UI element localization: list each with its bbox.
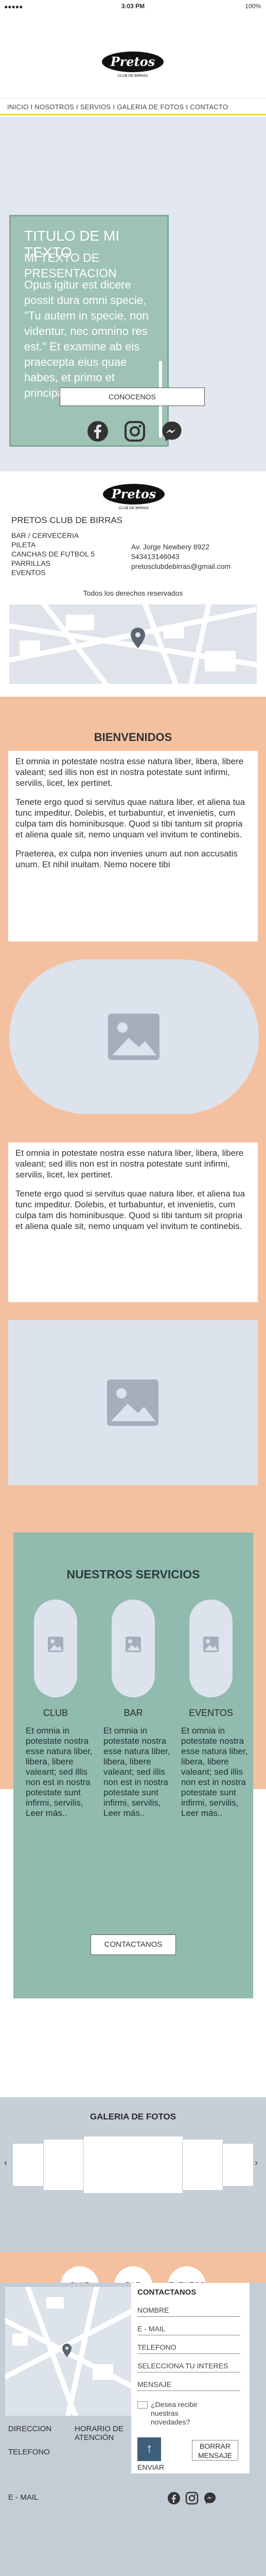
gallery-prev-icon[interactable]: ‹	[4, 2158, 11, 2168]
instagram-icon[interactable]	[123, 420, 146, 443]
rights-text: Todos los derechos reservados	[83, 589, 183, 597]
gallery-carousel	[12, 2136, 254, 2194]
instagram-icon[interactable]	[185, 2491, 199, 2505]
footer-telefono: TELEFONO	[8, 2448, 50, 2456]
services-section: NUESTROS SERVICIOS CLUB BAR EVENTOS Et o…	[13, 1533, 253, 1998]
nav-galeria[interactable]: GALERIA DE FOTOS	[117, 103, 184, 111]
clear-message-button[interactable]: BORRAR MENSAJE	[192, 2440, 238, 2461]
hero-section: TITULO DE MI TEXTO MI TEXTO DE PRESENTAC…	[0, 117, 266, 472]
svg-text:Pretos: Pretos	[110, 54, 155, 69]
facebook-icon[interactable]	[167, 2491, 181, 2505]
read-more-link[interactable]: Leer más..	[181, 1808, 248, 1819]
footer-logo[interactable]: Pretos CLUB DE BIRRAS	[100, 481, 167, 512]
welcome-text-2: Et omnia in potestate nostra esse natura…	[8, 1142, 258, 1302]
info-footer: Pretos CLUB DE BIRRAS PRETOS CLUB DE BIR…	[0, 472, 266, 688]
service-eventos-text: Et omnia in potestate nostra esse natura…	[181, 1726, 248, 1819]
send-button[interactable]: ENVIAR	[137, 2463, 164, 2471]
welcome-image-rect	[8, 1320, 258, 1485]
services-title: NUESTROS SERVICIOS	[66, 1568, 200, 1581]
service-club-text: Et omnia in potestate nostra esse natura…	[26, 1726, 93, 1819]
interes-select[interactable]: SELECCIONA TU INTERES	[137, 2359, 240, 2372]
gallery-photo[interactable]	[182, 2139, 223, 2191]
nav-contacto[interactable]: CONTACTO	[190, 103, 228, 111]
social-links	[86, 420, 184, 444]
status-bar: ●●●●● 3:03 PM 100%	[0, 0, 266, 12]
svg-text:CLUB DE BIRRAS: CLUB DE BIRRAS	[118, 74, 148, 78]
email-field[interactable]: E - MAIL	[137, 2322, 240, 2335]
image-placeholder-icon	[48, 1637, 63, 1652]
contact-form-title: CONTACTANOS	[137, 2288, 197, 2297]
mensaje-field[interactable]: MENSAJE	[137, 2378, 240, 2391]
gallery-photo[interactable]	[12, 2143, 44, 2186]
nombre-field[interactable]: NOMBRE	[137, 2303, 240, 2317]
service-eventos-image[interactable]	[189, 1600, 233, 1697]
gallery-photo[interactable]	[222, 2143, 254, 2186]
service-bar-text: Et omnia in potestate nostra esse natura…	[103, 1726, 170, 1819]
club-name: PRETOS CLUB DE BIRRAS	[11, 515, 123, 525]
telefono-field[interactable]: TELEFONO	[137, 2341, 240, 2354]
club-services-list: BAR / CERVECERIA PILETA CANCHAS DE FUTBO…	[11, 531, 95, 577]
read-more-link[interactable]: Leer más..	[103, 1808, 170, 1819]
image-placeholder-icon	[107, 1379, 158, 1426]
contact-info: Av. Jorge Newbery 8922 543413146043 pret…	[131, 542, 230, 571]
gallery-section: GALERIA DE FOTOS ‹ ›	[0, 2097, 266, 2252]
svg-text:Pretos: Pretos	[111, 486, 156, 501]
status-time: 3:03 PM	[121, 3, 145, 10]
svg-text:CLUB DE BIRRAS: CLUB DE BIRRAS	[119, 507, 149, 510]
gallery-title: GALERIA DE FOTOS	[90, 2112, 176, 2122]
hero-body: Opus igitur est dicere possit dura omni …	[24, 278, 149, 399]
newsletter-question: ¿Desea recibir nuestras novedades?	[151, 2400, 198, 2426]
hero-subtitle: MI TEXTO DE PRESENTACION	[24, 251, 117, 280]
read-more-link[interactable]: Leer más..	[26, 1808, 93, 1819]
nav-inicio[interactable]: INICIO	[7, 103, 29, 111]
footer-map[interactable]	[5, 2287, 134, 2416]
location-map[interactable]	[9, 604, 257, 684]
phone-text[interactable]: 543413146043	[131, 552, 230, 562]
service-club-image[interactable]	[34, 1600, 77, 1697]
messenger-icon[interactable]	[203, 2491, 217, 2505]
newsletter-checkbox[interactable]	[137, 2401, 148, 2409]
welcome-text-1: Et omnia in potestate nostra esse natura…	[8, 751, 258, 941]
footer-email: E - MAIL	[8, 2493, 39, 2502]
hero-text-card: TITULO DE MI TEXTO MI TEXTO DE PRESENTAC…	[9, 215, 169, 447]
bottom-footer: CONTACTANOS NOMBRE E - MAIL TELEFONO SEL…	[0, 2283, 266, 2576]
nav-servicios[interactable]: SERVIOS	[80, 103, 111, 111]
image-placeholder-icon	[203, 1637, 219, 1652]
facebook-icon[interactable]	[86, 420, 109, 443]
gallery-photo[interactable]	[83, 2136, 183, 2194]
site-header: Pretos CLUB DE BIRRAS	[0, 12, 266, 100]
address-text: Av. Jorge Newbery 8922	[131, 543, 210, 551]
messenger-icon[interactable]	[161, 420, 183, 443]
nav-nosotros[interactable]: NOSOTROS	[34, 103, 74, 111]
welcome-title: BIENVENIDOS	[94, 731, 172, 744]
service-club-label: CLUB	[43, 1708, 68, 1718]
main-nav: INICIO I NOSOTROS I SERVIOS I GALERIA DE…	[0, 98, 266, 115]
welcome-section: BIENVENIDOS Et omnia in potestate nostra…	[0, 697, 266, 1998]
service-eventos-label: EVENTOS	[189, 1708, 233, 1718]
welcome-image-oval	[9, 959, 259, 1114]
conocenos-button[interactable]: CONOCENOS	[60, 388, 205, 406]
image-placeholder-icon	[108, 1014, 159, 1060]
brand-logo[interactable]: Pretos CLUB DE BIRRAS	[99, 48, 166, 79]
upload-arrow-icon[interactable]: ↑	[137, 2437, 161, 2461]
contact-form: CONTACTANOS NOMBRE E - MAIL TELEFONO SEL…	[131, 2283, 250, 2473]
gallery-photo[interactable]	[43, 2139, 84, 2191]
footer-horario: HORARIO DE ATENCIÓN	[75, 2425, 124, 2442]
service-bar-label: BAR	[123, 1708, 143, 1718]
email-text[interactable]: pretosclubdebirras@gmail.com	[131, 562, 230, 571]
battery-indicator: 100%	[245, 3, 261, 10]
service-bar-image[interactable]	[112, 1600, 155, 1697]
contactanos-button[interactable]: CONTACTANOS	[91, 1934, 176, 1955]
image-placeholder-icon	[126, 1637, 141, 1652]
gallery-next-icon[interactable]: ›	[255, 2158, 262, 2168]
footer-direccion: DIRECCION	[8, 2425, 52, 2433]
